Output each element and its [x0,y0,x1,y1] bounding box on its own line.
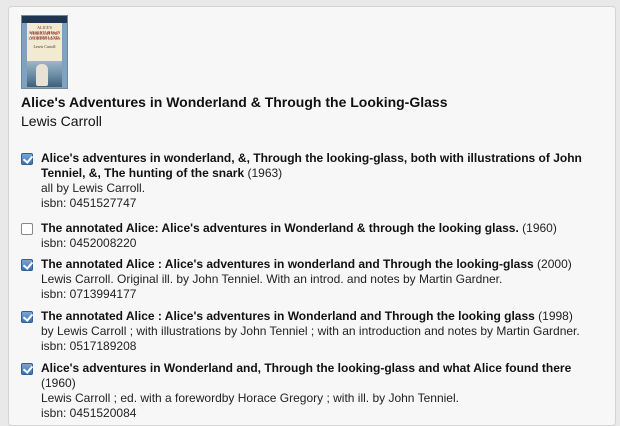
work-author: Lewis Carroll [21,113,102,129]
edition-isbn: isbn: 0451520084 [41,406,137,420]
edition-credit: Lewis Carroll. Original ill. by John Ten… [41,272,503,286]
edition-credit: by Lewis Carroll ; with illustrations by… [41,324,580,338]
edition-checkbox[interactable] [21,223,33,235]
work-panel: ALICE'S ADVENTURES IN WONDERLAND THROUGH… [8,6,616,426]
edition-year: (1963) [247,166,283,180]
edition-checkbox[interactable] [21,259,33,271]
edition-checkbox[interactable] [21,153,33,165]
edition-isbn: isbn: 0517189208 [41,339,137,353]
book-cover-image[interactable]: ALICE'S ADVENTURES IN WONDERLAND THROUGH… [21,15,68,89]
edition-isbn: isbn: 0713994177 [41,287,137,301]
edition-credit: Lewis Carroll ; ed. with a forewordby Ho… [41,391,459,405]
edition-year: (1960) [41,376,76,390]
edition-year: (1998) [538,309,573,323]
edition-title: Alice's adventures in wonderland, &, Thr… [41,151,582,165]
edition-title: The annotated Alice : Alice's adventures… [41,309,535,323]
edition-credit: all by Lewis Carroll. [41,181,146,195]
edition-isbn: isbn: 0451527747 [41,196,137,210]
edition-year: (1960) [522,221,557,235]
work-title: Alice's Adventures in Wonderland & Throu… [21,94,448,110]
edition-year: (2000) [537,257,572,271]
edition-title: The annotated Alice: Alice's adventures … [41,221,519,235]
cover-author: Lewis Carroll [33,44,56,49]
edition-checkbox[interactable] [21,311,33,323]
edition-title: The annotated Alice : Alice's adventures… [41,257,534,271]
edition-title-cont: Tenniel, &, The hunting of the snark [41,166,245,180]
edition-title: Alice's adventures in Wonderland and, Th… [41,361,572,375]
edition-checkbox[interactable] [21,363,33,375]
cover-subtitle: THROUGH THE LOOKING GLASS [28,31,61,41]
edition-isbn: isbn: 0452008220 [41,236,137,250]
